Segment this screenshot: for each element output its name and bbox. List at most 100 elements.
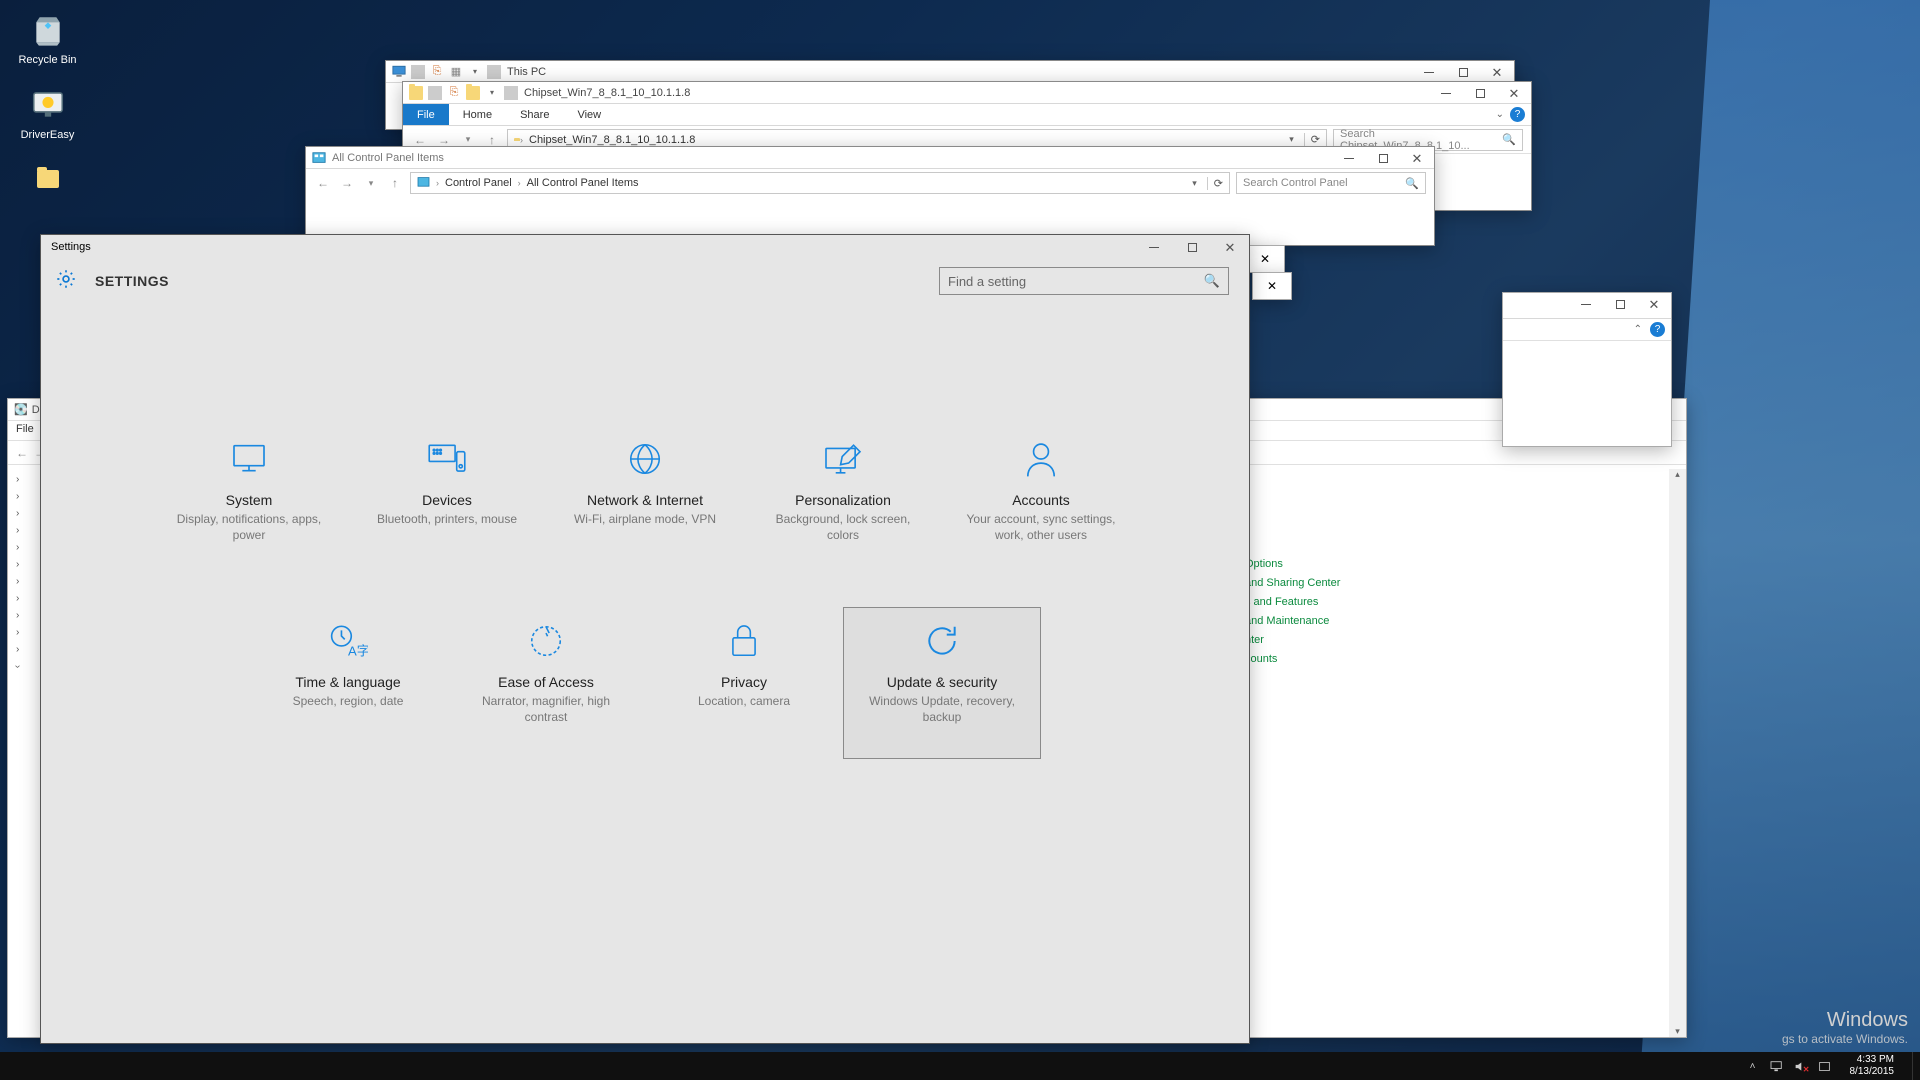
control-panel-item[interactable]: s and Features	[1245, 593, 1340, 612]
qat-icon[interactable]: ▦	[449, 65, 463, 79]
ribbon-tab-share[interactable]: Share	[506, 104, 563, 125]
window-fragment-controls[interactable]: ✕ ⌃ ?	[1502, 292, 1672, 447]
qat-dropdown-icon[interactable]: ▾	[485, 86, 499, 100]
tray-clock[interactable]: 4:33 PM 8/13/2015	[1842, 1054, 1903, 1078]
close-button[interactable]: ✕	[1480, 61, 1514, 83]
window-titlebar[interactable]: ✕	[1503, 293, 1671, 319]
breadcrumb-bar[interactable]: › Control Panel › All Control Panel Item…	[410, 172, 1230, 194]
minimize-button[interactable]	[1412, 61, 1446, 83]
tree-expand-icon[interactable]: ›	[16, 522, 33, 539]
tray-overflow-icon[interactable]: ˄	[1746, 1059, 1760, 1073]
help-icon[interactable]: ?	[1650, 322, 1665, 337]
tree-expand-icon[interactable]: ›	[16, 488, 33, 505]
breadcrumb-item[interactable]: Chipset_Win7_8_8.1_10_10.1.1.8	[529, 134, 695, 146]
nav-recent-dropdown[interactable]: ▾	[362, 178, 380, 189]
show-desktop-button[interactable]	[1912, 1052, 1918, 1080]
settings-search-box[interactable]: Find a setting 🔍	[939, 267, 1229, 295]
nav-recent-dropdown[interactable]: ▾	[459, 134, 477, 145]
desktop-icon-drivereasy[interactable]: DriverEasy	[10, 83, 85, 141]
tree-expand-icon[interactable]: ›	[16, 505, 33, 522]
qat-icon[interactable]: ⎘	[447, 86, 461, 100]
desktop-icon-recycle-bin[interactable]: Recycle Bin	[10, 8, 85, 66]
close-button[interactable]: ✕	[1211, 235, 1249, 259]
close-button[interactable]: ✕	[1497, 82, 1531, 104]
refresh-icon[interactable]: ⟳	[1207, 177, 1223, 190]
network-icon[interactable]	[1770, 1059, 1784, 1073]
breadcrumb-dropdown-icon[interactable]: ▾	[1192, 178, 1197, 189]
close-button[interactable]: ✕	[1253, 273, 1291, 299]
settings-tile-update[interactable]: Update & securityWindows Update, recover…	[843, 607, 1041, 759]
taskbar[interactable]: ˄ ✕ 4:33 PM 8/13/2015	[0, 1052, 1920, 1080]
close-button[interactable]: ✕	[1400, 147, 1434, 169]
ribbon-collapse-icon[interactable]: ⌃	[1634, 324, 1642, 335]
volume-icon[interactable]: ✕	[1794, 1059, 1808, 1073]
breadcrumb-dropdown-icon[interactable]: ▾	[1289, 134, 1294, 145]
qat-dropdown-icon[interactable]: ▾	[468, 65, 482, 79]
scroll-up-icon[interactable]: ▴	[1675, 469, 1680, 480]
tree-expand-icon[interactable]: ›	[16, 590, 33, 607]
maximize-button[interactable]	[1603, 293, 1637, 315]
settings-tile-privacy[interactable]: PrivacyLocation, camera	[645, 607, 843, 759]
nav-back-button[interactable]: ←	[16, 446, 28, 460]
control-panel-item[interactable]: and Maintenance	[1245, 612, 1340, 631]
settings-tile-ease[interactable]: Ease of AccessNarrator, magnifier, high …	[447, 607, 645, 759]
qat-icon[interactable]	[466, 86, 480, 100]
window-settings[interactable]: Settings ✕ SETTINGS Find a setting 🔍 Sys…	[40, 234, 1250, 1044]
control-panel-item[interactable]: and Sharing Center	[1245, 574, 1340, 593]
nav-back-button[interactable]: ←	[411, 133, 429, 147]
search-box[interactable]: Search Control Panel 🔍	[1236, 172, 1426, 194]
scroll-down-icon[interactable]: ▾	[1675, 1026, 1680, 1037]
control-panel-item[interactable]: counts	[1245, 650, 1340, 669]
minimize-button[interactable]	[1135, 235, 1173, 259]
nav-forward-button[interactable]: →	[435, 133, 453, 147]
ribbon-collapse-icon[interactable]: ⌄	[1496, 109, 1504, 120]
ribbon-tab-home[interactable]: Home	[449, 104, 506, 125]
window-fragment-close[interactable]: ✕	[1252, 272, 1292, 300]
ribbon-tab-view[interactable]: View	[563, 104, 615, 125]
control-panel-item[interactable]: Options	[1245, 555, 1340, 574]
close-button[interactable]: ✕	[1246, 246, 1284, 272]
nav-up-button[interactable]: ↑	[386, 176, 404, 190]
window-titlebar[interactable]: ⎘ ▦ ▾ This PC ✕	[386, 61, 1514, 83]
window-control-panel[interactable]: All Control Panel Items ✕ ← → ▾ ↑ › Cont…	[305, 146, 1435, 246]
tree-expand-icon[interactable]: ›	[16, 607, 33, 624]
close-button[interactable]: ✕	[1637, 293, 1671, 315]
nav-forward-button[interactable]: →	[338, 176, 356, 190]
menu-file[interactable]: File	[16, 423, 34, 435]
window-fragment-close[interactable]: ✕	[1245, 245, 1285, 273]
maximize-button[interactable]	[1366, 147, 1400, 169]
minimize-button[interactable]	[1429, 82, 1463, 104]
tree-expand-icon[interactable]: ›	[16, 641, 33, 658]
window-titlebar[interactable]: Settings ✕	[41, 235, 1249, 259]
settings-tile-personalization[interactable]: PersonalizationBackground, lock screen, …	[744, 425, 942, 577]
minimize-button[interactable]	[1332, 147, 1366, 169]
settings-tile-devices[interactable]: DevicesBluetooth, printers, mouse	[348, 425, 546, 577]
breadcrumb-item[interactable]: Control Panel	[445, 177, 512, 189]
nav-back-button[interactable]: ←	[314, 176, 332, 190]
tree-expand-icon[interactable]: ›	[16, 556, 33, 573]
settings-tile-time[interactable]: A字Time & languageSpeech, region, date	[249, 607, 447, 759]
desktop-icon-folder[interactable]	[10, 158, 85, 204]
window-titlebar[interactable]: ⎘ ▾ Chipset_Win7_8_8.1_10_10.1.1.8 ✕	[403, 82, 1531, 104]
breadcrumb-item[interactable]: All Control Panel Items	[527, 177, 639, 189]
control-panel-item[interactable]: nter	[1245, 631, 1340, 650]
help-icon[interactable]: ?	[1510, 107, 1525, 122]
tree-expand-icon[interactable]: ›	[16, 573, 33, 590]
settings-tile-network[interactable]: Network & InternetWi-Fi, airplane mode, …	[546, 425, 744, 577]
minimize-button[interactable]	[1569, 293, 1603, 315]
scrollbar-vertical[interactable]: ▴▾	[1669, 469, 1686, 1037]
window-titlebar[interactable]: All Control Panel Items ✕	[306, 147, 1434, 169]
tree-expand-icon[interactable]: ›	[9, 665, 26, 668]
tree-expand-icon[interactable]: ›	[16, 624, 33, 641]
settings-tile-system[interactable]: SystemDisplay, notifications, apps, powe…	[150, 425, 348, 577]
maximize-button[interactable]	[1463, 82, 1497, 104]
tree-expand-icon[interactable]: ›	[16, 471, 33, 488]
qat-icon[interactable]: ⎘	[430, 65, 444, 79]
input-indicator-icon[interactable]	[1818, 1059, 1832, 1073]
tree-expand-icon[interactable]: ›	[16, 539, 33, 556]
refresh-icon[interactable]: ⟳	[1304, 133, 1320, 146]
nav-up-button[interactable]: ↑	[483, 133, 501, 147]
maximize-button[interactable]	[1173, 235, 1211, 259]
settings-tile-accounts[interactable]: AccountsYour account, sync settings, wor…	[942, 425, 1140, 577]
maximize-button[interactable]	[1446, 61, 1480, 83]
